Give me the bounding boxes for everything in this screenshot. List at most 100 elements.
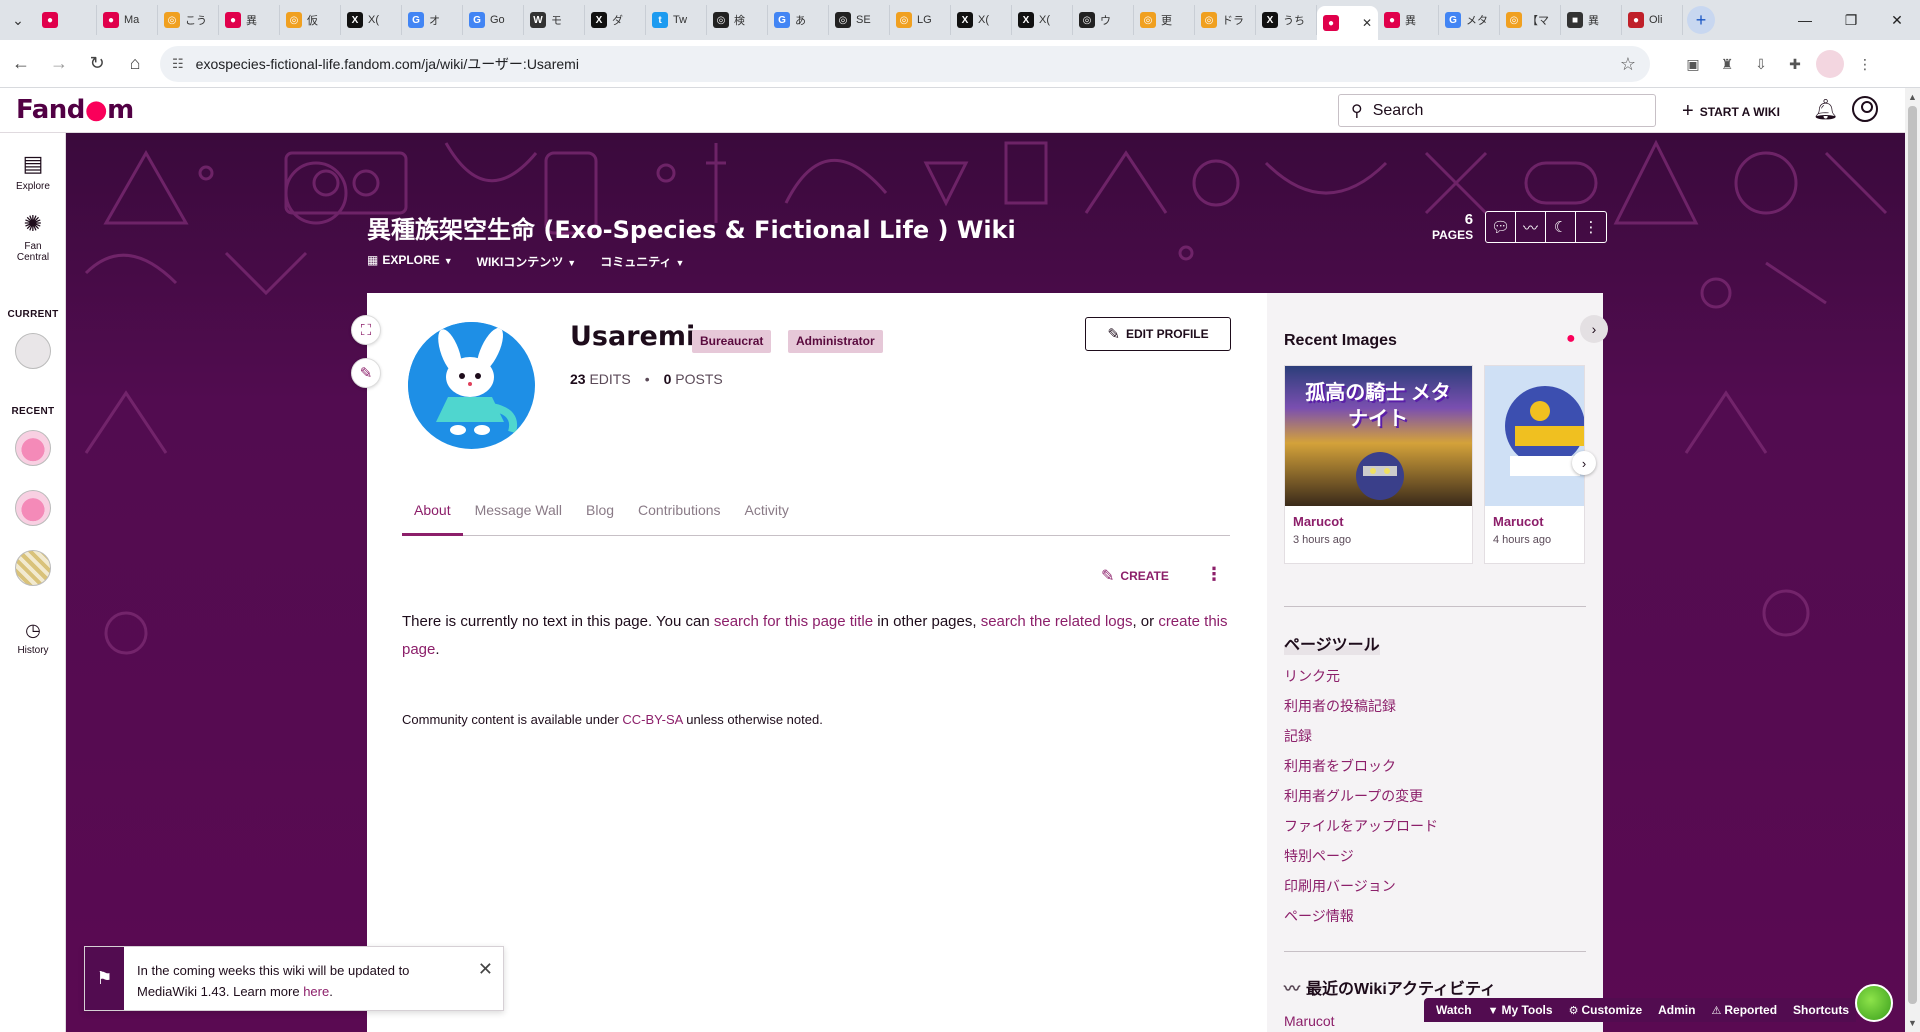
browser-tab[interactable]: G Go [463,5,524,35]
cc-by-sa-link[interactable]: CC-BY-SA [622,712,682,727]
minimize-icon[interactable]: — [1782,0,1828,40]
scroll-down-arrow-icon[interactable]: ▼ [1908,1018,1917,1028]
posts-stat[interactable]: 0 POSTS [664,371,723,387]
browser-tab[interactable]: ◎ 更 [1134,5,1195,35]
discussions-icon[interactable]: 💬︎ [1486,212,1516,242]
browser-tab[interactable]: X X( [1012,5,1073,35]
edit-profile-button[interactable]: ✎ EDIT PROFILE [1085,317,1231,351]
wiki-nav-community[interactable]: コミュニティ ▼ [600,253,684,270]
rail-explore[interactable]: ▤ Explore [0,151,66,192]
browser-tab[interactable]: Wモ [524,5,585,35]
user-account-icon[interactable] [1852,96,1878,122]
site-info-icon[interactable]: ☷ [172,56,184,72]
tool-what-links-here[interactable]: リンク元 [1284,668,1340,684]
browser-tab[interactable]: Xダ [585,5,646,35]
tool-upload-file[interactable]: ファイルをアップロード [1284,818,1438,834]
recent-wiki-kirby-icon-2[interactable] [15,490,51,526]
create-page-button[interactable]: ✎ CREATE [1101,566,1169,586]
edits-stat[interactable]: 23 EDITS [570,371,631,387]
browser-tab[interactable]: ◎ 仮 [280,5,341,35]
browser-tab[interactable]: X X( [951,5,1012,35]
browser-tab[interactable]: ◎ ウ [1073,5,1134,35]
browser-tab[interactable]: t Tw [646,5,707,35]
close-notification-icon[interactable]: ✕ [478,959,493,980]
tool-page-information[interactable]: ページ情報 [1284,908,1354,924]
tool-block-user[interactable]: 利用者をブロック [1284,758,1396,774]
tab-about[interactable]: About [402,498,463,536]
recent-wiki-kirby-icon[interactable] [15,430,51,466]
carousel-next-arrow-icon[interactable]: › [1572,451,1596,475]
bookmark-star-icon[interactable]: ☆ [1620,54,1636,75]
browser-tab[interactable]: ● [36,5,97,35]
browser-tab[interactable]: ◎ 【マ [1500,5,1561,35]
tab-blog[interactable]: Blog [574,498,626,536]
tool-user-contributions[interactable]: 利用者の投稿記録 [1284,698,1396,714]
recent-image-1-author[interactable]: Marucot [1293,514,1344,529]
search-page-title-link[interactable]: search for this page title [714,613,873,630]
admin-button[interactable]: Admin [1658,1003,1695,1017]
wiki-title[interactable]: 異種族架空生命 (Exo-Species & Fictional Life ) … [367,210,1016,245]
more-options-icon[interactable]: ⋮ [1576,212,1606,242]
browser-tab[interactable]: G メタ [1439,5,1500,35]
browser-tab[interactable]: Gあ [768,5,829,35]
page-more-options-icon[interactable]: ⋮ [1205,564,1223,585]
customize-button[interactable]: ⚙ Customize [1569,1003,1643,1017]
tab-activity[interactable]: Activity [733,498,801,536]
browser-tab[interactable]: ● 異 [219,5,280,35]
browser-tab[interactable]: Gオ [402,5,463,35]
browser-tab[interactable]: ◎ 検 [707,5,768,35]
browser-tab[interactable]: ● Ma [97,5,158,35]
browser-tab[interactable]: ◎ SE [829,5,890,35]
tab-search-chevron-icon[interactable]: ⌄ [0,0,36,40]
watch-button[interactable]: Watch [1436,1003,1472,1017]
home-icon[interactable]: ⌂ [118,47,152,81]
browser-tab[interactable]: ● ✕ [1317,6,1378,40]
reported-button[interactable]: ⚠ Reported [1711,1003,1777,1017]
browser-tab[interactable]: ◎ こう [158,5,219,35]
address-bar[interactable]: ☷ exospecies-fictional-life.fandom.com/j… [160,46,1650,82]
browser-tab[interactable]: ◎ LG [890,5,951,35]
browser-tab[interactable]: ◎ ドラ [1195,5,1256,35]
extension-icon[interactable]: ♜ [1714,51,1740,77]
recent-image-card-2[interactable]: Marucot 4 hours ago [1484,365,1585,564]
dark-mode-moon-icon[interactable]: ☾ [1546,212,1576,242]
fullscreen-expand-icon[interactable]: ⛶ [351,315,381,345]
current-wiki-icon[interactable] [15,333,51,369]
recent-image-2-author[interactable]: Marucot [1493,514,1544,529]
wiki-nav-explore[interactable]: ▦ EXPLORE ▼ [367,253,453,270]
new-tab-button[interactable]: + [1687,6,1715,34]
recent-image-card-1[interactable]: 孤高の騎士 メタナイト Marucot 3 hours ago [1284,365,1473,564]
edit-pencil-icon[interactable]: ✎ [351,358,381,388]
profile-avatar-icon[interactable] [1816,50,1844,78]
shortcuts-button[interactable]: Shortcuts [1793,1003,1849,1017]
green-orb-avatar-icon[interactable] [1855,984,1893,1022]
activity-user-name[interactable]: Marucot [1284,1013,1335,1029]
tool-special-pages[interactable]: 特別ページ [1284,848,1354,864]
download-icon[interactable]: ⇩ [1748,51,1774,77]
start-a-wiki-button[interactable]: + START A WIKI [1682,100,1780,123]
rail-fan-central[interactable]: ✺ Fan Central [0,211,66,263]
tab-message-wall[interactable]: Message Wall [463,498,574,536]
close-window-icon[interactable]: ✕ [1874,0,1920,40]
url-text[interactable]: exospecies-fictional-life.fandom.com/ja/… [196,54,579,74]
browser-tab[interactable]: ● 異 [1378,5,1439,35]
wiki-nav-content[interactable]: WIKIコンテンツ ▼ [477,253,577,270]
notifications-bell-icon[interactable]: 🔔︎ [1813,97,1838,122]
rail-history[interactable]: ◷ History [0,620,66,656]
tool-printable-version[interactable]: 印刷用バージョン [1284,878,1396,894]
browser-menu-icon[interactable]: ⋮ [1852,51,1878,77]
recent-changes-icon[interactable]: 〰 [1516,212,1546,242]
my-tools-button[interactable]: ▼ My Tools [1488,1003,1553,1017]
recent-wiki-icon-3[interactable] [15,550,51,586]
puzzle-extensions-icon[interactable]: ✚ [1782,51,1808,77]
rail-collapse-chevron-icon[interactable]: › [1580,315,1608,343]
back-arrow-icon[interactable]: ← [4,47,38,81]
search-input[interactable]: ⚲ Search [1338,94,1656,127]
page-scrollbar[interactable]: ▲ ▼ [1905,88,1920,1032]
search-related-logs-link[interactable]: search the related logs [981,613,1133,630]
reload-icon[interactable]: ↻ [80,47,114,81]
tab-close-icon[interactable]: ✕ [1362,16,1372,30]
screen-capture-extension-icon[interactable]: ▣ [1680,51,1706,77]
browser-tab[interactable]: X うち [1256,5,1317,35]
tab-contributions[interactable]: Contributions [626,498,733,536]
